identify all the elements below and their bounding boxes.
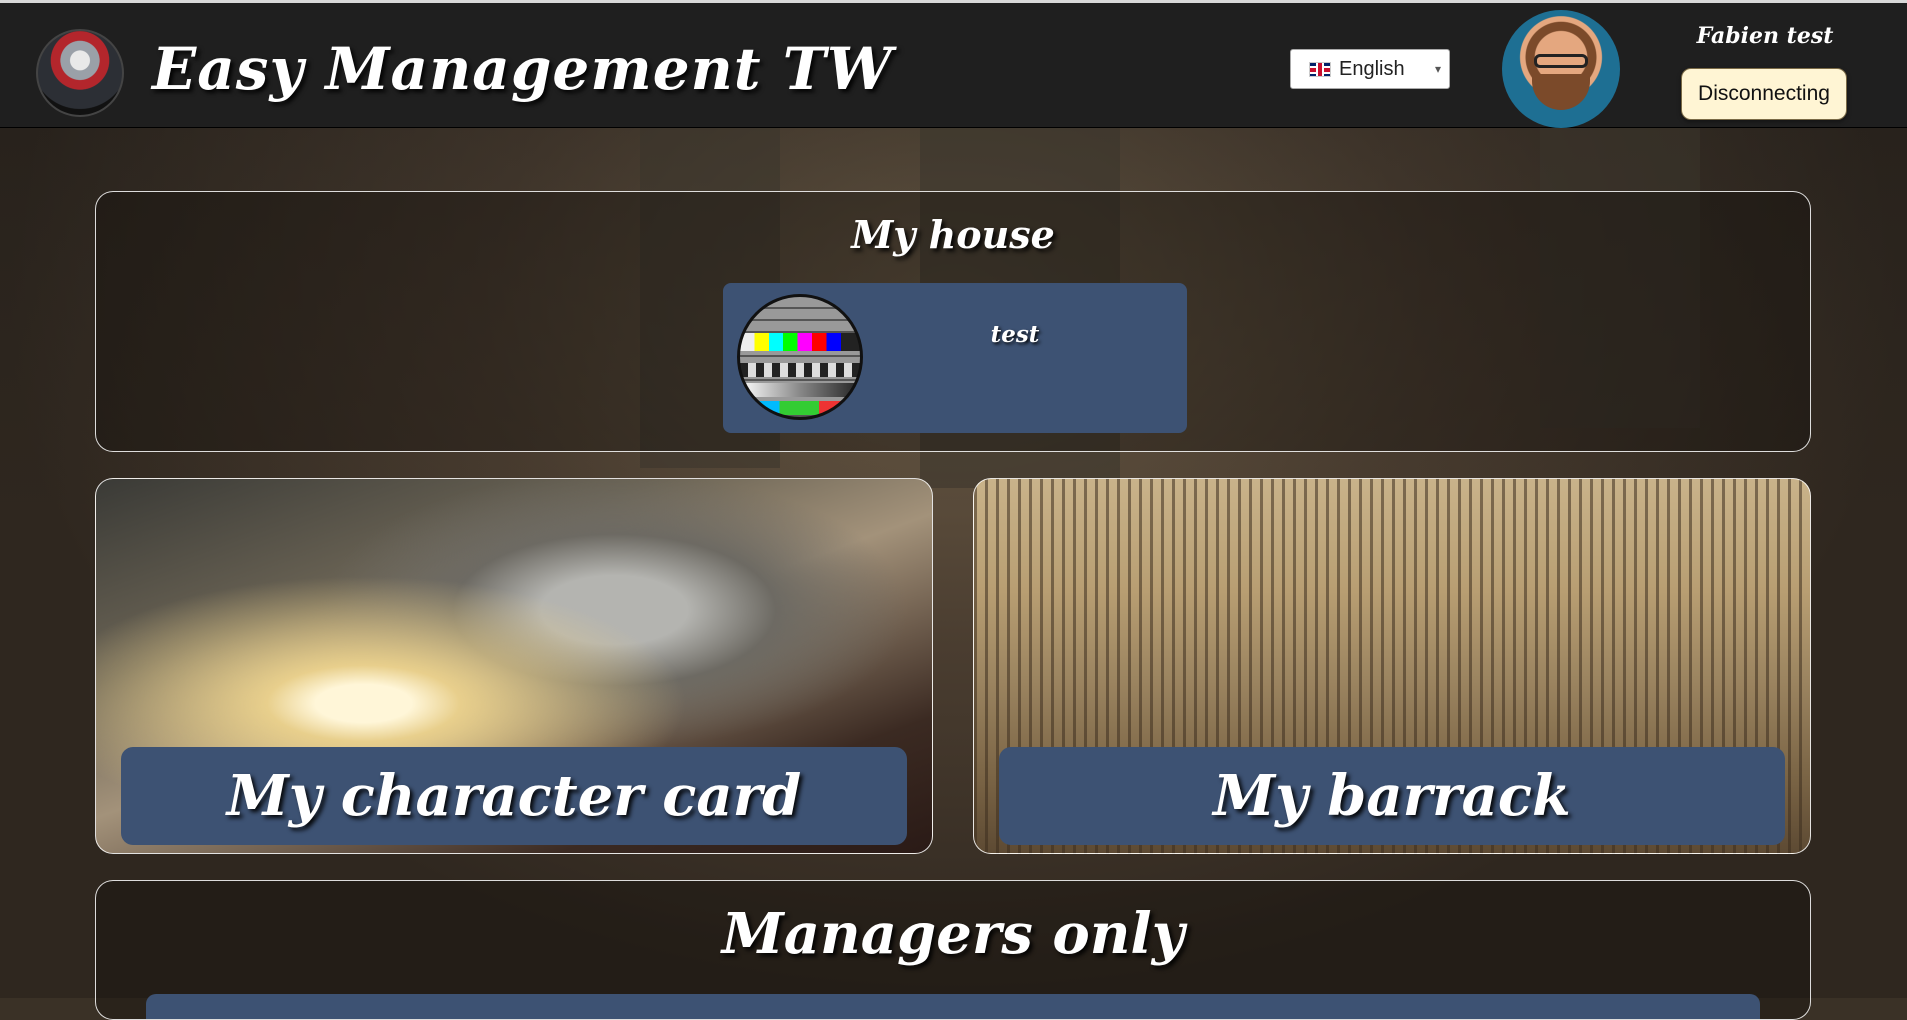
disconnect-button[interactable]: Disconnecting [1681,68,1847,120]
uk-flag-icon [1309,61,1331,77]
house-name: test [990,321,1040,348]
my-house-panel: My house test [95,191,1811,452]
test-card-emblem-icon [737,294,863,420]
chevron-down-icon: ▾ [1434,62,1441,76]
user-avatar[interactable] [1502,10,1620,128]
barrack-label: My barrack [999,747,1785,845]
user-name: Fabien test [1696,23,1834,49]
language-select[interactable]: English ▾ [1290,49,1450,89]
house-card[interactable]: test [723,283,1187,433]
character-card-label: My character card [121,747,907,845]
top-header: Easy Management TW English ▾ Fabien test… [0,0,1907,128]
app-title[interactable]: Easy Management TW [152,35,893,103]
managers-only-panel: Managers only [95,880,1811,1020]
language-selected-label: English [1339,57,1405,80]
avatar-beard [1532,74,1590,110]
avatar-glasses [1534,54,1588,68]
character-card-tile[interactable]: My character card [95,478,933,854]
managers-only-title: Managers only [721,901,1185,967]
assassin-logo-icon[interactable] [36,29,124,117]
my-house-title: My house [851,212,1055,257]
barrack-tile[interactable]: My barrack [973,478,1811,854]
